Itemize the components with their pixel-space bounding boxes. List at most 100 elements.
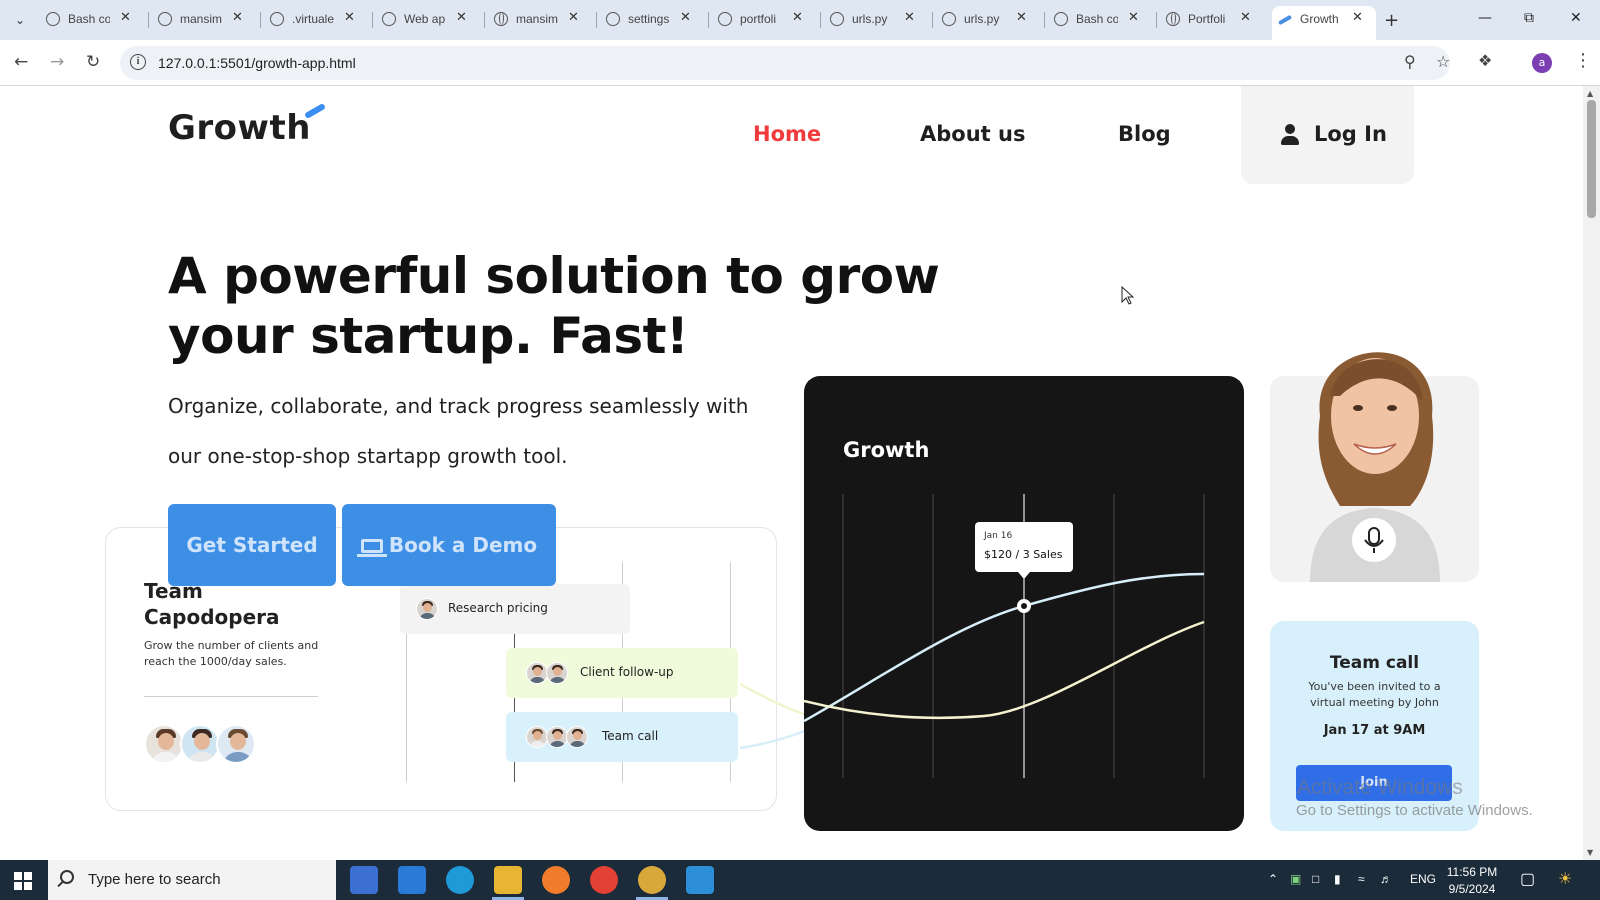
browser-tab[interactable]: settings ✕	[600, 6, 709, 34]
battery-icon[interactable]: ▮	[1334, 872, 1341, 886]
close-icon[interactable]: ✕	[680, 10, 691, 25]
tooltip-date: Jan 16	[984, 531, 1013, 541]
meet-icon[interactable]: □	[1312, 872, 1319, 886]
task-label: Client follow-up	[580, 665, 674, 679]
vscode-icon[interactable]	[686, 866, 714, 894]
close-icon[interactable]: ✕	[792, 10, 803, 25]
browser-tab[interactable]: Bash co ✕	[1048, 6, 1157, 34]
tab-search-chevron-icon[interactable]: ⌄	[8, 8, 32, 32]
minimize-icon[interactable]: —	[1478, 10, 1492, 26]
chrome-icon[interactable]	[590, 866, 618, 894]
profile-avatar[interactable]: a	[1532, 53, 1552, 73]
tooltip-value: $120 / 3 Sales	[984, 548, 1063, 561]
chrome-profile-icon[interactable]	[638, 866, 666, 894]
close-icon[interactable]: ✕	[1240, 10, 1251, 25]
nav-blog[interactable]: Blog	[1118, 122, 1171, 146]
loading-icon	[718, 12, 732, 26]
mail-icon[interactable]	[398, 866, 426, 894]
nav-about[interactable]: About us	[920, 122, 1025, 146]
scroll-down-icon[interactable]: ▼	[1587, 848, 1593, 857]
close-icon[interactable]: ✕	[1352, 10, 1363, 25]
search-icon	[60, 870, 74, 884]
hero-subtitle: Organize, collaborate, and track progres…	[168, 394, 749, 468]
new-tab-plus-icon[interactable]: +	[1384, 10, 1399, 31]
browser-tab[interactable]: Portfoli ✕	[1160, 6, 1264, 34]
close-icon[interactable]: ✕	[232, 10, 243, 25]
tray-app-icon[interactable]: ▣	[1290, 872, 1301, 886]
address-bar[interactable]: i 127.0.0.1:5501/growth-app.html ⚲ ☆	[120, 46, 1450, 80]
scroll-thumb[interactable]	[1587, 100, 1596, 218]
close-icon[interactable]: ✕	[904, 10, 915, 25]
menu-kebab-icon[interactable]: ⋮	[1574, 50, 1592, 71]
zoom-icon[interactable]: ⚲	[1404, 52, 1416, 71]
browser-tab-active[interactable]: Growth ✕	[1272, 6, 1376, 40]
close-icon[interactable]: ✕	[1016, 10, 1027, 25]
browser-tab[interactable]: .virtuale ✕	[264, 6, 373, 34]
browser-tab[interactable]: Bash co ✕	[40, 6, 149, 34]
language-indicator[interactable]: ENG	[1410, 872, 1436, 886]
login-button[interactable]: Log In	[1241, 86, 1414, 184]
windows-start-icon[interactable]	[14, 872, 32, 890]
site-info-icon[interactable]: i	[130, 54, 146, 70]
browser-tab[interactable]: mansim ✕	[488, 6, 597, 34]
forward-arrow-icon[interactable]: →	[50, 52, 64, 72]
laptop-icon	[356, 539, 387, 557]
tab-label: Portfoli	[1188, 12, 1226, 26]
weather-icon[interactable]: ☀	[1558, 869, 1572, 889]
store-icon[interactable]	[350, 866, 378, 894]
restore-icon[interactable]: ⧉	[1524, 10, 1534, 26]
windows-taskbar: Type here to search ⌃ ▣ □ ▮ ≈ ♬ ENG 11:5…	[0, 860, 1600, 900]
avatar	[216, 724, 256, 764]
close-window-icon[interactable]: ✕	[1570, 10, 1582, 26]
browser-tab[interactable]: Web ap ✕	[376, 6, 485, 34]
reload-icon[interactable]: ↻	[86, 52, 100, 72]
file-explorer-icon[interactable]	[494, 866, 522, 894]
back-arrow-icon[interactable]: ←	[14, 52, 28, 72]
call-card-title: Team call	[1329, 653, 1420, 673]
notifications-icon[interactable]: ▢	[1520, 869, 1535, 889]
volume-icon[interactable]: ♬	[1380, 872, 1392, 886]
close-icon[interactable]: ✕	[344, 10, 355, 25]
tab-label: portfoli	[740, 12, 777, 26]
close-icon[interactable]: ✕	[456, 10, 467, 25]
bookmark-star-icon[interactable]: ☆	[1436, 52, 1450, 71]
clock-date: 9/5/2024	[1448, 882, 1496, 896]
extensions-icon[interactable]: ❖	[1478, 51, 1492, 70]
loading-icon	[1054, 12, 1068, 26]
tab-label: Bash co	[68, 12, 110, 26]
task-research-pricing[interactable]: Research pricing	[400, 584, 630, 634]
close-icon[interactable]: ✕	[120, 10, 131, 25]
site-logo[interactable]: Growth	[168, 108, 311, 148]
tab-label: settings	[628, 12, 670, 26]
browser-tab[interactable]: portfoli ✕	[712, 6, 821, 34]
task-label: Research pricing	[448, 601, 548, 615]
book-demo-button[interactable]: Book a Demo	[342, 504, 556, 586]
close-icon[interactable]: ✕	[568, 10, 579, 25]
wifi-icon[interactable]: ≈	[1358, 872, 1365, 886]
scroll-up-icon[interactable]: ▲	[1587, 89, 1593, 98]
growth-chart-card: Growth Jan 16 $120 / 3 Sales	[804, 376, 1244, 831]
page-scrollbar[interactable]: ▲ ▼	[1583, 86, 1600, 860]
taskbar-search[interactable]: Type here to search	[48, 860, 336, 900]
browser-tab[interactable]: mansim ✕	[152, 6, 261, 34]
close-icon[interactable]: ✕	[1128, 10, 1139, 25]
tab-label: urls.py	[852, 12, 888, 26]
loading-icon	[46, 12, 60, 26]
avatar	[546, 662, 568, 684]
browser-tab[interactable]: urls.py ✕	[936, 6, 1045, 34]
growth-chart	[804, 494, 1205, 778]
hero-title: A powerful solution to grow your startup…	[168, 247, 940, 365]
address-url[interactable]: 127.0.0.1:5501/growth-app.html	[158, 55, 356, 71]
tray-chevron-icon[interactable]: ⌃	[1268, 872, 1278, 886]
taskbar-clock[interactable]: 11:56 PM 9/5/2024	[1442, 864, 1502, 898]
get-started-button[interactable]: Get Started	[168, 504, 336, 586]
tab-label: .virtuale	[292, 12, 334, 26]
avatar	[566, 726, 588, 748]
nav-home[interactable]: Home	[753, 122, 821, 146]
firefox-icon[interactable]	[542, 866, 570, 894]
browser-tab[interactable]: urls.py ✕	[824, 6, 933, 34]
loading-icon	[382, 12, 396, 26]
microphone-button[interactable]	[1352, 518, 1396, 562]
globe-icon	[1166, 12, 1180, 26]
edge-icon[interactable]	[446, 866, 474, 894]
